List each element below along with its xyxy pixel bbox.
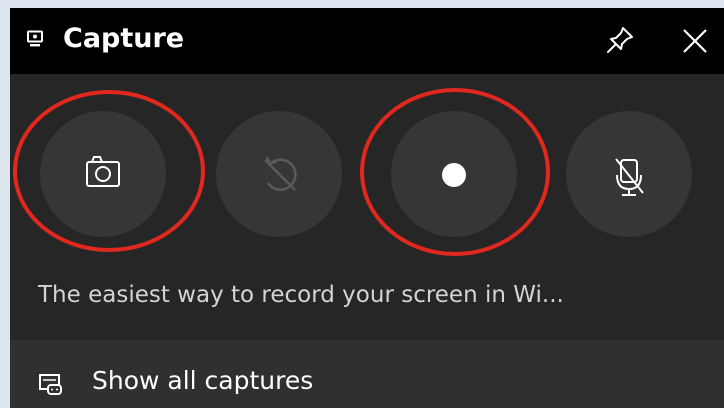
webcam-icon — [27, 30, 43, 47]
capture-widget: Capture The easiest way to record your s… — [10, 8, 724, 408]
record-dot-icon — [442, 163, 466, 187]
pin-button[interactable] — [602, 22, 638, 58]
capture-hint-text: The easiest way to record your screen in… — [38, 282, 564, 308]
show-all-captures-label: Show all captures — [92, 366, 314, 395]
microphone-button[interactable] — [566, 111, 692, 237]
replay-disabled-icon — [264, 156, 297, 191]
screenshot-button[interactable] — [40, 111, 166, 237]
widget-title: Capture — [63, 23, 185, 54]
show-all-captures-link[interactable]: Show all captures — [10, 340, 724, 408]
camera-icon — [86, 156, 120, 187]
pin-icon — [607, 27, 633, 53]
mic-off-icon — [615, 158, 644, 196]
start-recording-button[interactable] — [391, 111, 517, 237]
close-icon — [683, 29, 707, 53]
close-button[interactable] — [676, 22, 714, 60]
gallery-icon — [39, 374, 62, 395]
title-bar: Capture — [10, 8, 724, 74]
record-last-30-seconds-button[interactable] — [216, 111, 342, 237]
